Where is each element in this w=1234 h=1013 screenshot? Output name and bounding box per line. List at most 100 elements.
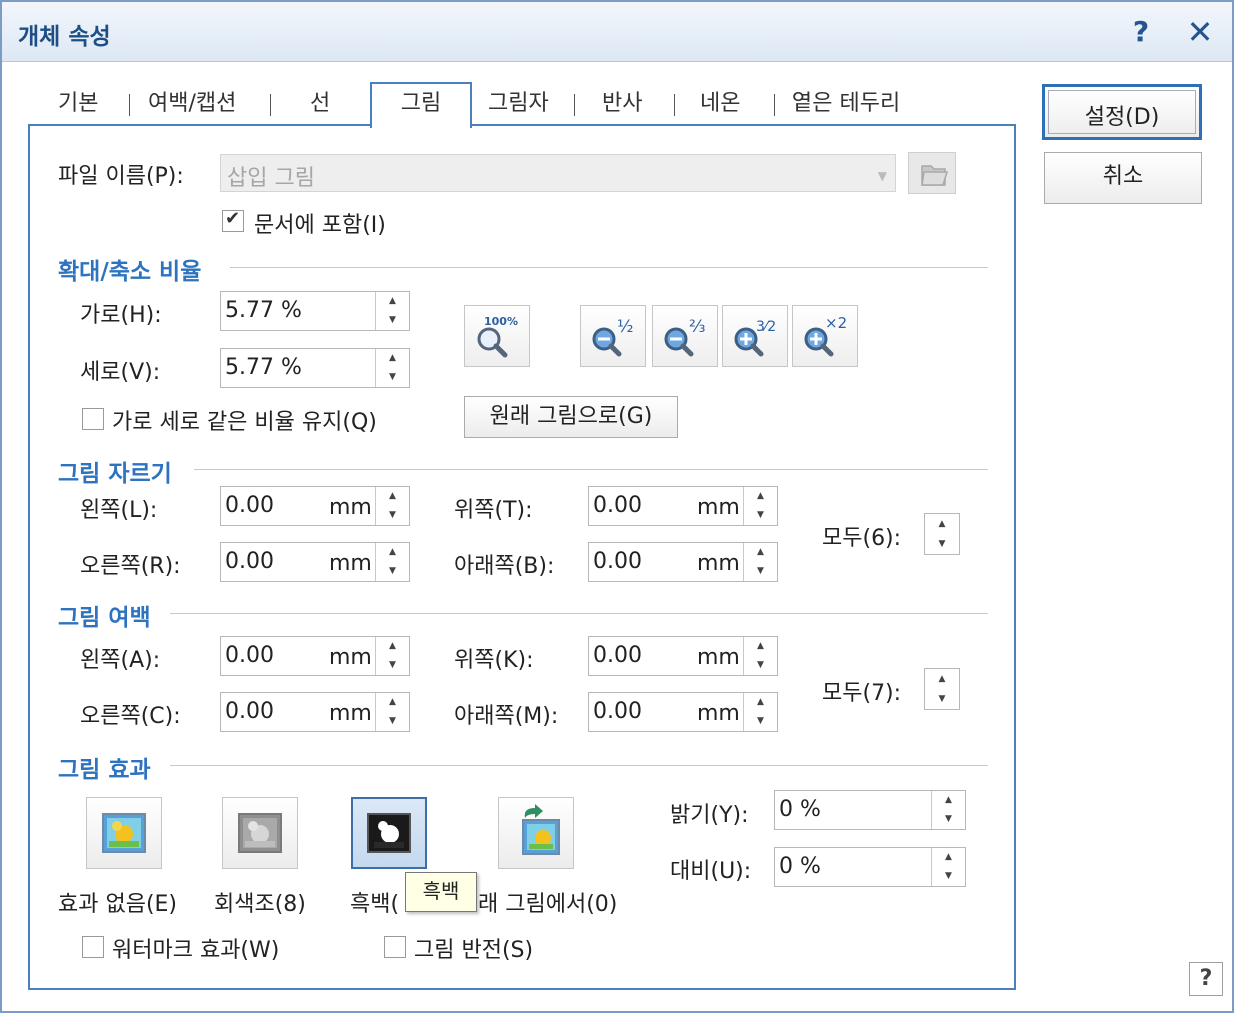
close-button[interactable]: ✕	[1178, 12, 1222, 52]
spin-up-icon[interactable]: ▲	[376, 349, 409, 368]
spin-up-icon[interactable]: ▲	[744, 487, 777, 506]
effect-black-white-label: 흑백(	[350, 892, 400, 917]
spin-up-icon[interactable]: ▲	[376, 292, 409, 311]
keep-ratio-checkbox[interactable]	[82, 408, 104, 430]
spin-up-icon[interactable]: ▲	[744, 693, 777, 712]
margin-left-spinner[interactable]: 0.00 mm ▲ ▼	[220, 636, 410, 676]
crop-section-title: 그림 자르기	[58, 461, 172, 487]
spin-down-icon[interactable]: ▼	[932, 867, 965, 886]
contrast-label: 대비(U):	[670, 859, 752, 884]
crop-left-label: 왼쪽(L):	[80, 498, 158, 523]
effect-from-original-button[interactable]	[498, 797, 574, 869]
watermark-checkbox[interactable]	[82, 936, 104, 958]
picture-black-white-icon	[367, 813, 411, 853]
margin-all-spinner[interactable]: ▲ ▼	[924, 668, 960, 710]
spinner-buttons: ▲ ▼	[375, 349, 409, 387]
effect-grayscale-label: 회색조(8)	[214, 892, 306, 917]
margin-top-unit: mm	[697, 645, 740, 670]
zoom-out-half-button[interactable]: ½	[580, 305, 646, 367]
embed-in-document-checkbox[interactable]	[222, 208, 244, 232]
margin-top-spinner[interactable]: 0.00 mm ▲ ▼	[588, 636, 778, 676]
spin-down-icon[interactable]: ▼	[925, 690, 959, 710]
embed-in-document-label: 문서에 포함(I)	[254, 213, 386, 238]
spin-up-icon[interactable]: ▲	[376, 543, 409, 562]
spin-down-icon[interactable]: ▼	[376, 562, 409, 581]
spin-up-icon[interactable]: ▲	[376, 487, 409, 506]
tab-basic[interactable]: 기본	[58, 86, 98, 126]
spin-up-icon[interactable]: ▲	[744, 637, 777, 656]
zoom-in-double-button[interactable]: ×2	[792, 305, 858, 367]
zoom-in-threehalves-button[interactable]: 3⁄2	[722, 305, 788, 367]
crop-all-spinner[interactable]: ▲ ▼	[924, 513, 960, 555]
cancel-button[interactable]: 취소	[1044, 152, 1202, 204]
zoom-out-twothirds-button[interactable]: ⅔	[652, 305, 718, 367]
tab-margin-caption[interactable]: 여백/캡션	[148, 86, 236, 126]
spin-down-icon[interactable]: ▼	[744, 562, 777, 581]
spin-down-icon[interactable]: ▼	[376, 712, 409, 731]
tab-line[interactable]: 선	[310, 86, 330, 126]
spin-down-icon[interactable]: ▼	[376, 656, 409, 675]
effect-none-button[interactable]	[86, 797, 162, 869]
browse-button[interactable]	[908, 152, 956, 194]
margin-right-value: 0.00	[225, 699, 274, 724]
spin-up-icon[interactable]: ▲	[376, 693, 409, 712]
zoom-half-text: ½	[617, 317, 633, 337]
spin-down-icon[interactable]: ▼	[744, 656, 777, 675]
file-name-label: 파일 이름(P):	[58, 164, 184, 189]
title-help-button[interactable]: ?	[1124, 12, 1158, 52]
ok-button[interactable]: 설정(D)	[1042, 84, 1202, 140]
spin-up-icon[interactable]: ▲	[744, 543, 777, 562]
spin-up-icon[interactable]: ▲	[925, 670, 959, 690]
zoom-in-threehalves-icon: 3⁄2	[734, 319, 776, 357]
tab-soft-edge[interactable]: 옅은 테두리	[792, 86, 900, 126]
zoom-out-twothirds-icon: ⅔	[664, 317, 705, 357]
spin-down-icon[interactable]: ▼	[925, 535, 959, 555]
zoom-100-button[interactable]: 100%	[464, 305, 530, 367]
folder-open-icon	[921, 165, 949, 186]
margin-bottom-spinner[interactable]: 0.00 mm ▲ ▼	[588, 692, 778, 732]
keep-ratio-label: 가로 세로 같은 비율 유지(Q)	[112, 410, 377, 435]
crop-top-spinner[interactable]: 0.00 mm ▲ ▼	[588, 486, 778, 526]
crop-left-spinner[interactable]: 0.00 mm ▲ ▼	[220, 486, 410, 526]
scale-width-label: 가로(H):	[80, 303, 162, 328]
zoom-out-half-icon: ½	[592, 317, 633, 357]
scale-height-spinner[interactable]: 5.77 % ▲ ▼	[220, 348, 410, 388]
original-size-button[interactable]: 원래 그림으로(G)	[464, 396, 678, 438]
file-name-combo[interactable]: 삽입 그림 ▼	[220, 154, 896, 192]
tab-shadow[interactable]: 그림자	[488, 86, 549, 126]
tab-neon[interactable]: 네온	[700, 86, 740, 126]
margin-top-label: 위쪽(K):	[454, 648, 534, 673]
invert-checkbox[interactable]	[384, 936, 406, 958]
spin-up-icon[interactable]: ▲	[932, 848, 965, 867]
watermark-label: 워터마크 효과(W)	[112, 938, 280, 963]
spin-down-icon[interactable]: ▼	[744, 506, 777, 525]
spin-down-icon[interactable]: ▼	[744, 712, 777, 731]
brightness-spinner[interactable]: 0 % ▲ ▼	[774, 790, 966, 830]
spin-down-icon[interactable]: ▼	[376, 506, 409, 525]
spin-up-icon[interactable]: ▲	[376, 637, 409, 656]
tab-separator	[574, 94, 575, 116]
contrast-spinner[interactable]: 0 % ▲ ▼	[774, 847, 966, 887]
help-button[interactable]: ?	[1189, 962, 1223, 996]
brightness-label: 밝기(Y):	[670, 803, 749, 828]
contrast-value: 0 %	[779, 854, 821, 879]
crop-bottom-spinner[interactable]: 0.00 mm ▲ ▼	[588, 542, 778, 582]
section-divider	[170, 613, 988, 614]
spin-up-icon[interactable]: ▲	[932, 791, 965, 810]
margin-right-spinner[interactable]: 0.00 mm ▲ ▼	[220, 692, 410, 732]
scale-width-spinner[interactable]: 5.77 % ▲ ▼	[220, 291, 410, 331]
margin-bottom-value: 0.00	[593, 699, 642, 724]
crop-right-spinner[interactable]: 0.00 mm ▲ ▼	[220, 542, 410, 582]
crop-bottom-value: 0.00	[593, 549, 642, 574]
brightness-value: 0 %	[779, 797, 821, 822]
tooltip: 흑백	[405, 872, 477, 912]
tab-separator	[129, 94, 130, 116]
spin-down-icon[interactable]: ▼	[376, 311, 409, 330]
spin-down-icon[interactable]: ▼	[932, 810, 965, 829]
tab-reflection[interactable]: 반사	[602, 86, 642, 126]
spin-up-icon[interactable]: ▲	[925, 515, 959, 535]
tab-picture[interactable]: 그림	[370, 82, 472, 128]
effect-black-white-button[interactable]	[351, 797, 427, 869]
spin-down-icon[interactable]: ▼	[376, 368, 409, 387]
effect-grayscale-button[interactable]	[222, 797, 298, 869]
